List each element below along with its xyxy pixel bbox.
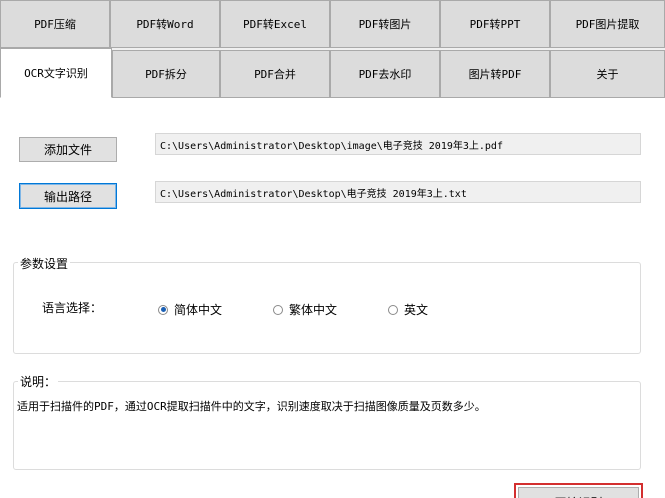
tab-pdf-to-image[interactable]: PDF转图片 [330, 0, 440, 48]
params-title: 参数设置 [18, 255, 71, 272]
tab-bar: PDF压缩 PDF转Word PDF转Excel PDF转图片 PDF转PPT … [0, 0, 665, 98]
tab-pdf-compress[interactable]: PDF压缩 [0, 0, 110, 48]
radio-english[interactable]: 英文 [388, 301, 428, 318]
start-recognition-button[interactable]: 开始识别 [518, 487, 639, 498]
description-title: 说明： [18, 373, 59, 390]
radio-label: 英文 [404, 303, 429, 317]
output-path-button[interactable]: 输出路径 [19, 183, 117, 209]
tab-pdf-split[interactable]: PDF拆分 [112, 50, 220, 98]
radio-label: 简体中文 [174, 303, 223, 317]
tab-pdf-to-ppt[interactable]: PDF转PPT [440, 0, 550, 48]
tab-ocr[interactable]: OCR文字识别 [0, 48, 112, 98]
radio-unselected-icon [273, 304, 283, 315]
tab-pdf-to-excel[interactable]: PDF转Excel [220, 0, 330, 48]
tab-pdf-merge[interactable]: PDF合并 [220, 50, 330, 98]
tab-pdf-remove-watermark[interactable]: PDF去水印 [330, 50, 440, 98]
radio-traditional-chinese[interactable]: 繁体中文 [273, 301, 337, 318]
add-file-button[interactable]: 添加文件 [19, 137, 117, 162]
radio-unselected-icon [388, 304, 398, 315]
tab-pdf-image-extract[interactable]: PDF图片提取 [550, 0, 665, 48]
output-file-path[interactable]: C:\Users\Administrator\Desktop\电子竞技 2019… [155, 181, 641, 203]
start-button-highlight: 开始识别 [514, 483, 643, 498]
language-label: 语言选择： [42, 301, 103, 315]
radio-selected-icon [158, 304, 168, 315]
tab-image-to-pdf[interactable]: 图片转PDF [440, 50, 550, 98]
description-group [13, 381, 641, 470]
input-file-path[interactable]: C:\Users\Administrator\Desktop\image\电子竞… [155, 133, 641, 155]
radio-label: 繁体中文 [289, 303, 338, 317]
description-text: 适用于扫描件的PDF，通过OCR提取扫描件中的文字，识别速度取决于扫描图像质量及… [17, 400, 486, 413]
tab-about[interactable]: 关于 [550, 50, 665, 98]
tab-pdf-to-word[interactable]: PDF转Word [110, 0, 220, 48]
radio-simplified-chinese[interactable]: 简体中文 [158, 301, 222, 318]
